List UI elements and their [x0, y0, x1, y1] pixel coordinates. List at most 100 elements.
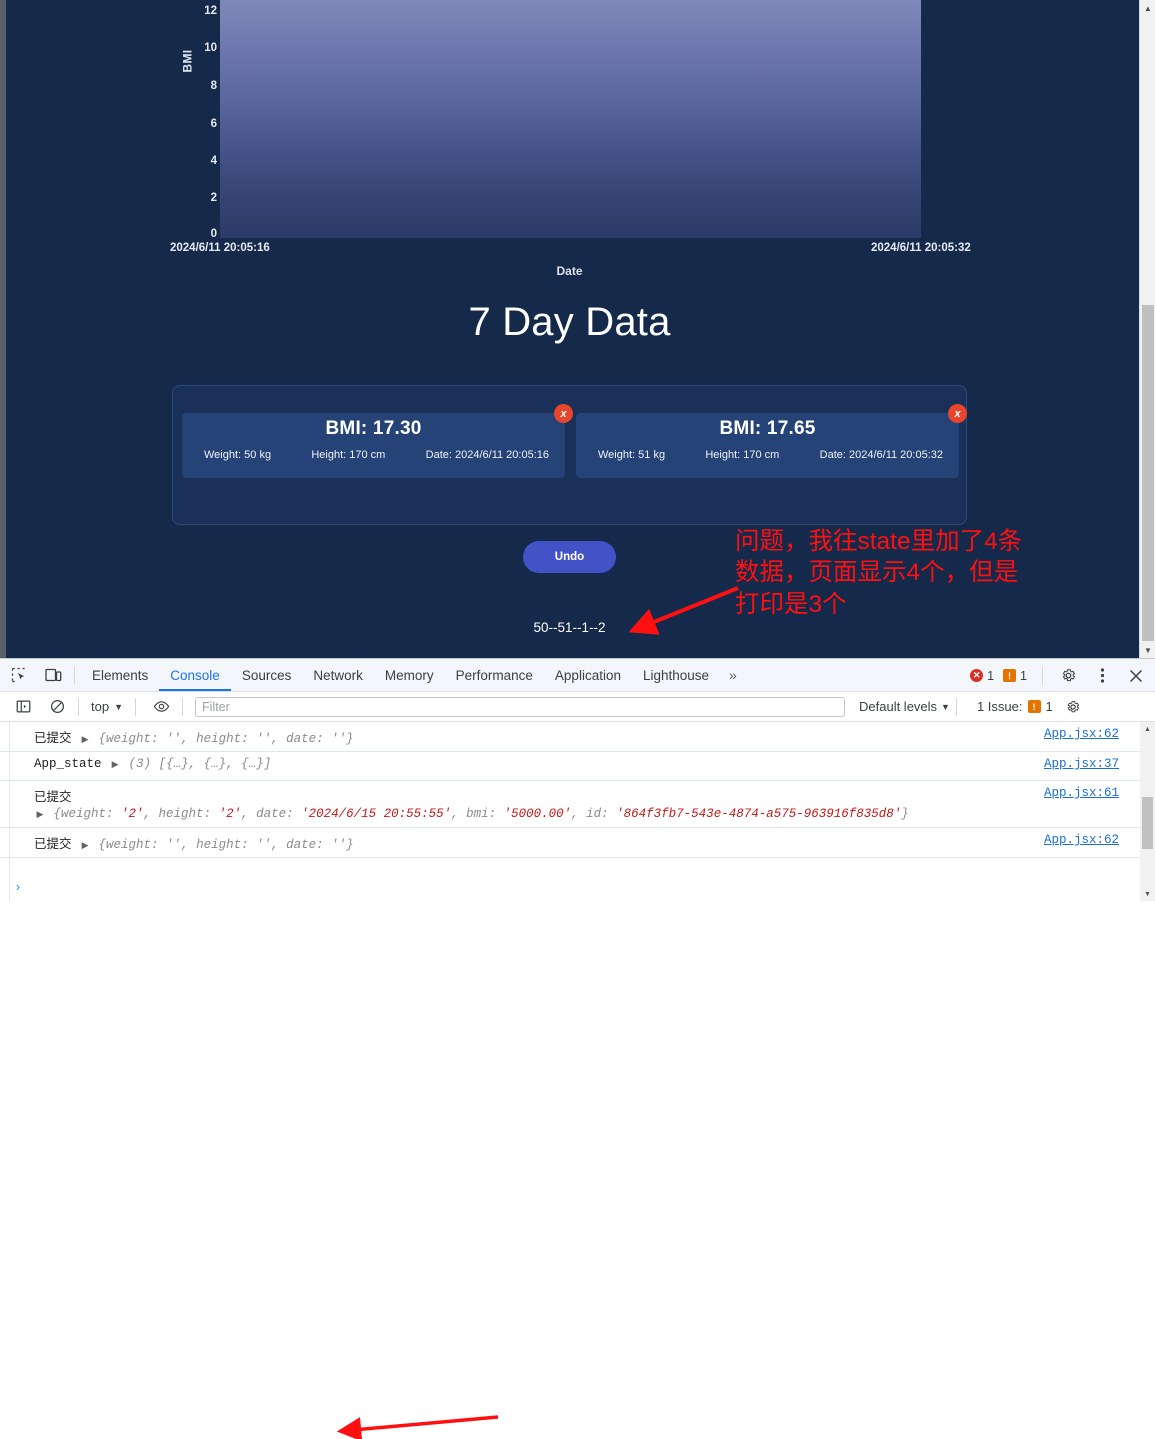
console-sidebar-toggle-icon[interactable]: [8, 693, 38, 721]
tab-elements[interactable]: Elements: [81, 659, 159, 691]
scrollbar-thumb[interactable]: [1142, 797, 1153, 849]
y-tick-8: 8: [210, 80, 217, 92]
console-log-row[interactable]: 已提交 ▶ {weight: '2', height: '2', date: '…: [0, 781, 1155, 828]
log-levels-label: Default levels: [859, 699, 938, 714]
web-page-viewport: BMI 12 10 8 6 4 2 0 2024/6/11 20:05:16 2…: [0, 0, 1155, 658]
page-scrollbar[interactable]: ▲ ▼: [1139, 0, 1155, 658]
console-toolbar: top ▼ Default levels ▼ 1 Issue: ! 1: [0, 692, 1155, 722]
more-tabs-icon[interactable]: »: [720, 667, 746, 683]
bmi-records-panel: BMI: 17.30 Weight: 50 kg Height: 170 cm …: [172, 385, 967, 525]
toolbar-divider: [78, 697, 79, 716]
warning-icon: !: [1003, 669, 1017, 682]
close-icon[interactable]: x: [948, 404, 967, 423]
tab-lighthouse[interactable]: Lighthouse: [632, 659, 720, 691]
tab-console[interactable]: Console: [159, 659, 231, 691]
error-icon: ✕: [970, 669, 984, 682]
tab-memory[interactable]: Memory: [374, 659, 445, 691]
annotation-arrow-icon: [628, 586, 739, 635]
y-tick-0: 0: [210, 228, 217, 240]
toolbar-divider: [955, 697, 957, 716]
chevron-down-icon: ▼: [114, 701, 123, 712]
more-options-icon[interactable]: [1087, 662, 1117, 690]
issues-indicator[interactable]: 1 Issue: ! 1: [977, 699, 1053, 714]
inspect-element-icon[interactable]: [4, 661, 34, 689]
log-object-preview: {weight: '', height: '', date: ''}: [98, 838, 354, 852]
console-input-prompt[interactable]: ›: [0, 873, 1155, 901]
source-link[interactable]: App.jsx:61: [1044, 786, 1119, 800]
bmi-record-card[interactable]: BMI: 17.30 Weight: 50 kg Height: 170 cm …: [182, 404, 573, 478]
console-scrollbar[interactable]: ▲ ▼: [1140, 722, 1155, 901]
expand-arrow-icon[interactable]: ▶: [109, 760, 121, 770]
page-title: 7 Day Data: [468, 300, 671, 344]
array-length: (3): [128, 757, 152, 771]
close-icon[interactable]: x: [554, 404, 573, 423]
source-link[interactable]: App.jsx:62: [1044, 727, 1119, 741]
devtools-topbar-right: ✕ 1 ! 1: [970, 659, 1151, 692]
clear-console-icon[interactable]: [42, 693, 72, 721]
console-log-row[interactable]: App_state ▶ (3) [{…}, {…}, {…}] App.jsx:…: [0, 752, 1155, 781]
bmi-record-card[interactable]: BMI: 17.65 Weight: 51 kg Height: 170 cm …: [576, 404, 967, 478]
console-annotation-arrow-icon: [336, 1415, 499, 1439]
log-object-preview: [{…}, {…}, {…}]: [158, 757, 272, 771]
scroll-up-icon[interactable]: ▲: [1140, 0, 1155, 16]
console-log-row[interactable]: 已提交 ▶ {weight: '', height: '', date: ''}…: [0, 828, 1155, 858]
log-object-line: ▶ {weight: '2', height: '2', date: '2024…: [34, 807, 1155, 821]
execution-context-select[interactable]: top ▼: [85, 699, 129, 714]
devtools-tabbar: Elements Console Sources Network Memory …: [0, 659, 1155, 692]
bmi-date: Date: 2024/6/11 20:05:32: [819, 449, 943, 461]
chart-x-axis-title: Date: [556, 264, 583, 278]
scrollbar-thumb[interactable]: [1142, 305, 1154, 641]
execution-context-label: top: [91, 699, 110, 714]
x-tick-start: 2024/6/11 20:05:16: [170, 242, 270, 254]
bmi-card-meta: Weight: 50 kg Height: 170 cm Date: 2024/…: [204, 449, 549, 461]
undo-button[interactable]: Undo: [523, 541, 616, 573]
tab-network[interactable]: Network: [302, 659, 374, 691]
expand-arrow-icon[interactable]: ▶: [34, 810, 46, 820]
warning-count: 1: [1020, 668, 1027, 683]
issues-label: 1 Issue:: [976, 699, 1023, 714]
y-tick-6: 6: [210, 118, 217, 130]
expand-arrow-icon[interactable]: ▶: [79, 735, 91, 745]
scroll-down-icon[interactable]: ▼: [1140, 642, 1155, 658]
log-levels-select[interactable]: Default levels ▼: [859, 699, 950, 714]
console-filter-input[interactable]: [195, 696, 845, 717]
bmi-date: Date: 2024/6/11 20:05:16: [425, 449, 549, 461]
close-devtools-icon[interactable]: [1121, 662, 1151, 690]
error-count-badge[interactable]: ✕ 1: [970, 669, 994, 683]
source-link[interactable]: App.jsx:37: [1044, 757, 1119, 771]
console-settings-gear-icon[interactable]: [1065, 699, 1081, 715]
expand-arrow-icon[interactable]: ▶: [79, 841, 91, 851]
toolbar-divider: [135, 697, 136, 716]
bmi-card-meta: Weight: 51 kg Height: 170 cm Date: 2024/…: [598, 449, 943, 461]
bmi-value: BMI: 17.65: [719, 418, 816, 439]
issues-count: 1: [1045, 699, 1053, 714]
source-link[interactable]: App.jsx:62: [1044, 833, 1119, 847]
tab-application[interactable]: Application: [544, 659, 632, 691]
bmi-weight: Weight: 51 kg: [598, 449, 666, 461]
x-tick-end: 2024/6/11 20:05:32: [871, 242, 971, 254]
tab-performance[interactable]: Performance: [445, 659, 544, 691]
settings-gear-icon[interactable]: [1053, 662, 1083, 690]
y-tick-10: 10: [204, 42, 217, 54]
console-log-row[interactable]: 已提交 ▶ {weight: '', height: '', date: ''}…: [0, 722, 1155, 752]
toolbar-divider: [182, 697, 183, 716]
y-tick-12: 12: [204, 5, 217, 17]
error-count: 1: [987, 668, 995, 683]
live-expression-eye-icon[interactable]: [146, 693, 176, 721]
chevron-down-icon: ▼: [941, 701, 950, 712]
chart-y-axis: 12 10 8 6 4 2 0: [175, 0, 217, 240]
tab-sources[interactable]: Sources: [231, 659, 303, 691]
devtools-panel: Elements Console Sources Network Memory …: [0, 658, 1155, 1439]
chart-plot-area: [220, 0, 921, 238]
bmi-area-chart: BMI 12 10 8 6 4 2 0 2024/6/11 20:05:16 2…: [0, 0, 1139, 290]
log-label: App_state: [34, 757, 102, 771]
scroll-up-icon[interactable]: ▲: [1140, 722, 1155, 736]
scroll-down-icon[interactable]: ▼: [1140, 887, 1155, 901]
console-message-list[interactable]: 已提交 ▶ {weight: '', height: '', date: ''}…: [0, 722, 1155, 901]
device-toolbar-icon[interactable]: [38, 661, 68, 689]
log-object-preview: {weight: '2', height: '2', date: '2024/6…: [53, 807, 909, 821]
warning-count-badge[interactable]: ! 1: [1003, 669, 1027, 683]
bmi-value: BMI: 17.30: [325, 418, 422, 439]
toolbar-divider: [1042, 666, 1043, 685]
y-tick-4: 4: [210, 155, 217, 167]
